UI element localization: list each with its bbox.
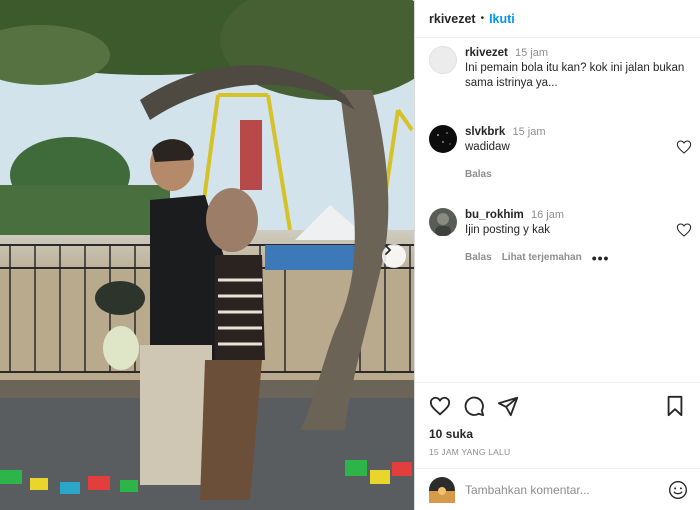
comment-meta: Balas Lihat terjemahan ••• [465,250,686,265]
avatar-sunset-icon [429,486,455,503]
more-options-button[interactable]: ••• [592,251,610,265]
post-panel: rkivezet • Ikuti rkivezet 15 jam Ini pem… [414,0,700,510]
add-comment-bar [415,468,700,510]
chevron-right-icon [385,245,392,255]
caption-username[interactable]: rkivezet [465,47,508,59]
photo-illustration [0,0,414,510]
comment-time: 15 jam [512,126,546,138]
header-username[interactable]: rkivezet [429,12,476,26]
comment-body: bu_rokhim 16 jam Ijin posting y kak Bala… [465,208,686,265]
list-item: bu_rokhim 16 jam Ijin posting y kak Bala… [429,208,692,265]
comment-time: 16 jam [531,209,565,221]
reply-button[interactable]: Balas [465,250,492,265]
avatar-stars-icon [437,132,451,145]
comment-meta: Balas [465,167,686,182]
avatar [429,476,455,503]
share-icon[interactable] [497,395,519,417]
heart-icon[interactable] [429,395,451,417]
action-icons [429,395,686,417]
comments-list: rkivezet 15 jam Ini pemain bola itu kan?… [429,46,692,265]
post-timestamp: 15 JAM YANG LALU [429,447,511,457]
emoji-icon[interactable] [668,480,688,500]
avatar-photo-icon [435,213,451,236]
caption-text: Ini pemain bola itu kan? kok ini jalan b… [465,62,685,89]
see-translation-button[interactable]: Lihat terjemahan [502,250,582,265]
heart-icon[interactable] [676,139,692,155]
post-actions: 10 suka 15 JAM YANG LALU [415,382,700,457]
bookmark-icon[interactable] [664,395,686,417]
follow-button[interactable]: Ikuti [489,12,515,26]
header-separator: • [480,13,485,24]
reply-button[interactable]: Balas [465,167,492,182]
avatar[interactable] [429,208,457,236]
next-photo-button[interactable] [382,244,406,268]
avatar[interactable] [429,125,457,153]
comment-input[interactable] [465,482,668,497]
comment-text: Ijin posting y kak [465,224,551,236]
comment-text: wadidaw [465,141,510,153]
likes-count[interactable]: 10 suka [429,427,686,441]
comment-username[interactable]: bu_rokhim [465,209,524,221]
comment-username[interactable]: slvkbrk [465,126,505,138]
post-header: rkivezet • Ikuti [415,0,700,38]
caption-time: 15 jam [515,47,549,59]
instagram-post-modal: rkivezet • Ikuti rkivezet 15 jam Ini pem… [0,0,700,510]
comment-body: slvkbrk 15 jam wadidaw Balas [465,125,686,182]
heart-icon[interactable] [676,222,692,238]
caption-body: rkivezet 15 jam Ini pemain bola itu kan?… [465,46,686,91]
list-item: slvkbrk 15 jam wadidaw Balas [429,125,692,182]
avatar[interactable] [429,46,457,74]
comment-icon[interactable] [463,395,485,417]
post-photo[interactable] [0,0,414,510]
caption: rkivezet 15 jam Ini pemain bola itu kan?… [429,46,686,91]
